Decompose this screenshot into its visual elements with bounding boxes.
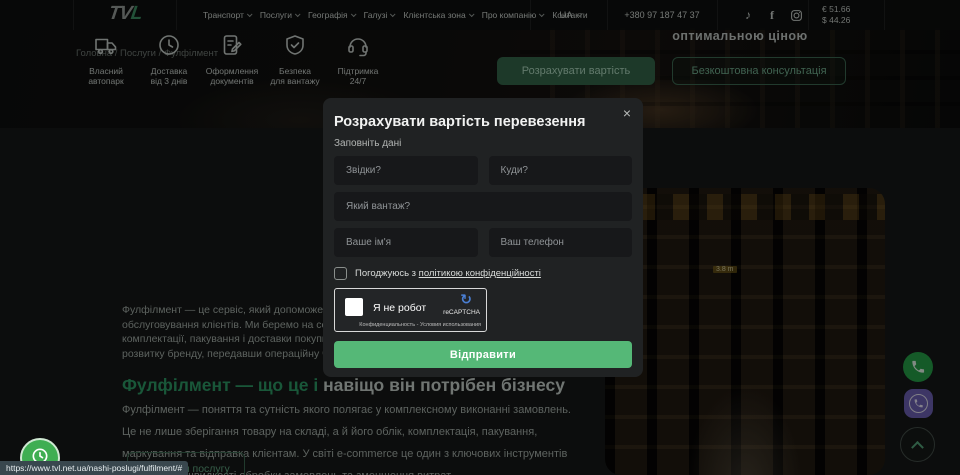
- to-input[interactable]: [489, 156, 633, 185]
- consent-checkbox[interactable]: [334, 267, 347, 280]
- privacy-policy-link[interactable]: політикою конфіденційності: [419, 268, 541, 279]
- recaptcha-brand: reCAPTCHA: [443, 309, 480, 316]
- recaptcha-widget: Я не робот ↻ reCAPTCHA Конфиденциальност…: [334, 288, 487, 332]
- name-input[interactable]: [334, 228, 478, 257]
- cargo-input[interactable]: [334, 192, 632, 221]
- page: TVL Транспорт Послуги Географія Галузі К…: [0, 0, 960, 475]
- submit-button[interactable]: Відправити: [334, 341, 632, 368]
- recaptcha-terms-links[interactable]: Конфиденциальность - Условия использован…: [359, 322, 481, 328]
- from-input[interactable]: [334, 156, 478, 185]
- recaptcha-checkbox[interactable]: [345, 298, 363, 316]
- browser-status-bar: https://www.tvl.net.ua/nashi-poslugi/ful…: [0, 461, 188, 475]
- consent-row: Погоджуюсь з політикою конфіденційності: [334, 267, 632, 280]
- modal-title: Розрахувати вартість перевезення: [334, 114, 632, 130]
- modal-subtitle: Заповніть дані: [334, 138, 632, 149]
- recaptcha-logo-icon: ↻: [460, 291, 472, 308]
- recaptcha-label: Я не робот: [373, 302, 426, 314]
- phone-input[interactable]: [489, 228, 633, 257]
- close-icon[interactable]: ×: [623, 106, 631, 120]
- cost-calculation-modal: × Розрахувати вартість перевезення Запов…: [323, 98, 643, 377]
